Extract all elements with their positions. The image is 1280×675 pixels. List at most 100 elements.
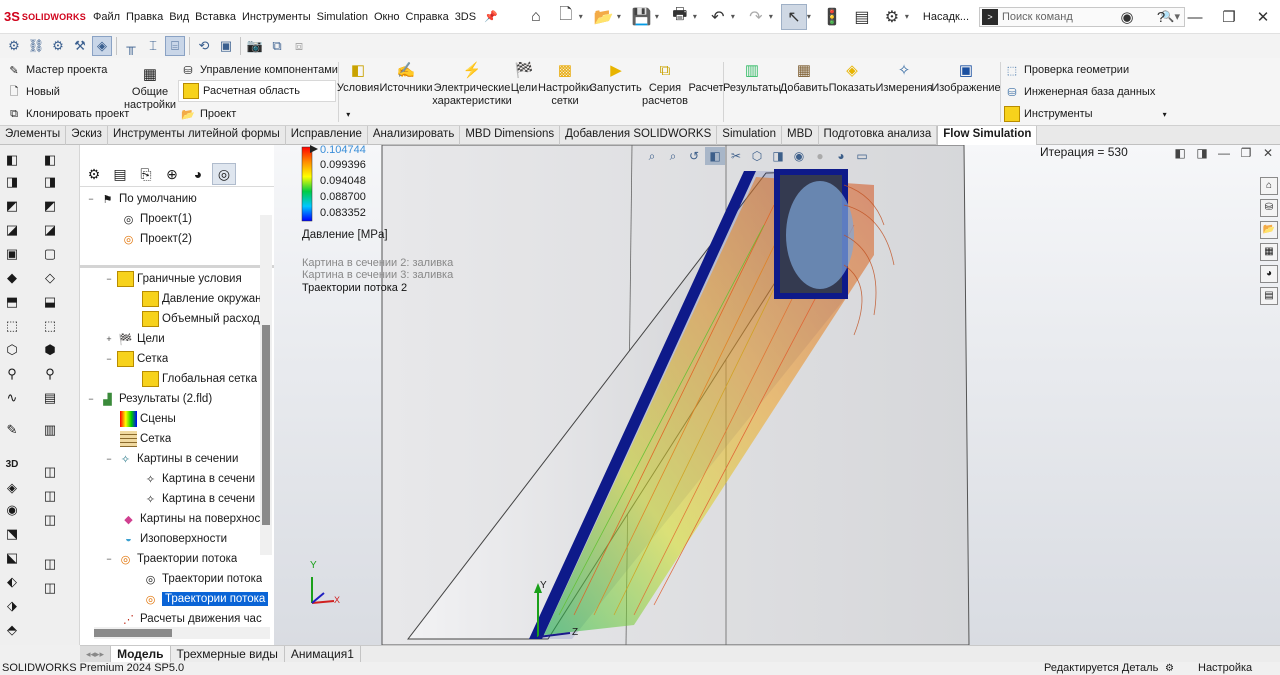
tool-icon[interactable]: ▥ [40,421,60,439]
tree-item[interactable]: ◎ Проект(2) [120,229,192,249]
ribbon-btn-goals[interactable]: 🏁 Цели [510,60,538,95]
hide-show-icon[interactable]: ◉ [789,147,809,165]
tool-icon[interactable]: ⚲ [40,365,60,383]
menu-window[interactable]: Окно [371,11,403,23]
select-cursor-icon[interactable]: ↖ [780,3,807,30]
tab-model[interactable]: Модель [111,645,171,663]
undo-icon[interactable]: ↶ [705,4,731,30]
feature-tree-icon[interactable]: ⚙ [82,163,106,185]
menu-simulation[interactable]: Simulation [314,11,371,23]
display-style-icon[interactable]: ◨ [768,147,788,165]
tool-icon[interactable]: ⬒ [2,293,22,311]
tool-icon[interactable]: ⬓ [40,293,60,311]
graphics-area[interactable]: 0.104744 0.099396 0.094048 0.088700 0.08… [274,145,1280,645]
appearances-icon[interactable]: ◕ [1260,265,1278,283]
tool-icon[interactable]: ⬖ [2,573,22,591]
tool-icon[interactable]: ◧ [2,151,22,169]
chevron-down-icon[interactable]: ▾ [807,12,811,21]
tool-icon[interactable]: ▣ [2,245,22,263]
menu-file[interactable]: Файл [90,11,123,23]
tree-item[interactable]: − Сетка [104,349,168,369]
chevron-down-icon[interactable]: ▾ [655,12,659,21]
tool-icon[interactable]: ⬢ [40,341,60,359]
tree-scrollbar[interactable] [260,215,272,555]
engineering-database-button[interactable]: ⛁ Инженерная база данных [1004,84,1155,100]
dynamic-annotation-icon[interactable]: ✂ [726,147,746,165]
save-icon[interactable]: 💾 [629,4,655,30]
traffic-light-icon[interactable]: 🚦 [819,4,845,30]
zoom-area-icon[interactable]: ⌕ [663,147,683,165]
tree-item[interactable]: − ✧ Картины в сечении [104,449,238,469]
view-orientation-icon[interactable]: ⬡ [747,147,767,165]
chevron-down-icon[interactable]: ▾ [769,12,773,21]
ribbon-btn-measure[interactable]: ✧ Измерения [875,60,932,95]
chevron-down-icon[interactable]: ▾ [731,12,735,21]
view-palette-icon[interactable]: ▦ [1260,243,1278,261]
tool-icon[interactable]: ⧉ [267,36,287,56]
gear-icon[interactable]: ⚙ [879,4,905,30]
tab-animation[interactable]: Анимация1 [285,645,361,663]
tab-simulation[interactable]: Simulation [717,126,782,145]
tree-item[interactable]: − ⚑ По умолчанию [86,189,196,209]
tool-icon[interactable]: ⛓ [26,36,46,56]
tool-icon[interactable]: ╥ [121,36,141,56]
tool-icon[interactable]: ⚒ [70,36,90,56]
tool-icon[interactable]: ◫ [40,463,60,481]
ribbon-btn-image[interactable]: ▣ Изображение [931,60,1000,95]
tool-icon[interactable]: ◩ [2,197,22,215]
tree-item[interactable]: ◆ Картины на поверхнос [120,509,260,529]
tool-icon[interactable]: ⚲ [2,365,22,383]
tool-icon[interactable]: ◪ [40,221,60,239]
ribbon-btn-add[interactable]: ▦ Добавить [780,60,829,95]
help-icon[interactable]: ? [1144,9,1178,26]
property-manager-icon[interactable]: ▤ [108,163,132,185]
restore-icon[interactable]: ❐ [1212,8,1246,26]
tools-dropdown[interactable]: Инструменты ▾ [1004,106,1167,122]
camera-icon[interactable]: 📷 [245,36,265,56]
ribbon-btn-electrical[interactable]: ⚡ Электрические характеристики [432,60,512,108]
tab-repair[interactable]: Исправление [286,126,368,145]
tab-flow-simulation[interactable]: Flow Simulation [937,126,1038,145]
minimize-icon[interactable]: — [1216,145,1232,161]
tab-3d-views[interactable]: Трехмерные виды [171,645,285,663]
section-view-icon[interactable]: ◧ [705,147,725,165]
tree-item[interactable]: Глобальная сетка [142,369,257,389]
menu-3ds[interactable]: 3DS [452,11,479,23]
tree-item[interactable]: ✧ Картина в сечени [142,489,255,509]
tab-analyze[interactable]: Анализировать [368,126,461,145]
tool-icon[interactable]: ◫ [40,487,60,505]
tool-icon[interactable]: ◧ [40,151,60,169]
tree-horizontal-scrollbar[interactable] [94,627,270,639]
custom-properties-icon[interactable]: ▤ [1260,287,1278,305]
tab-mbd[interactable]: MBD [782,126,819,145]
chevron-down-icon[interactable]: ▾ [693,12,697,21]
tool-icon[interactable]: ⌶ [143,36,163,56]
display-manager-icon[interactable]: ◕ [186,163,210,185]
menu-insert[interactable]: Вставка [192,11,239,23]
tab-sketch[interactable]: Эскиз [66,126,108,145]
clone-project-button[interactable]: ⧉ Клонировать проект [6,106,129,122]
tool-icon[interactable]: ⟲ [194,36,214,56]
print-icon[interactable]: 🖶 [667,4,693,30]
open-folder-icon[interactable]: 📂 [591,4,617,30]
chevron-down-icon[interactable]: ▾ [617,12,621,21]
computational-domain-button[interactable]: Расчетная область [178,80,336,102]
flow-analysis-tree-icon[interactable]: ◎ [212,163,236,185]
tree-item[interactable]: + 🏁 Цели [104,329,164,349]
expand-icon[interactable]: − [104,554,114,564]
collapse-right-icon[interactable]: ◨ [1194,145,1210,161]
3d-icon[interactable]: 3D [2,455,22,473]
tool-icon[interactable]: ⬚ [40,317,60,335]
status-settings[interactable]: Настройка [1198,662,1252,675]
tool-icon[interactable]: ◫ [40,555,60,573]
collapse-left-icon[interactable]: ◧ [1172,145,1188,161]
file-explorer-icon[interactable]: 📂 [1260,221,1278,239]
tool-icon[interactable]: ◩ [40,197,60,215]
chevron-down-icon[interactable]: ▾ [579,12,583,21]
menu-tools[interactable]: Инструменты [239,11,314,23]
previous-view-icon[interactable]: ↺ [684,147,704,165]
view-settings-icon[interactable]: ▭ [852,147,872,165]
tool-icon[interactable]: ⚙ [48,36,68,56]
tool-icon[interactable]: ▢ [40,245,60,263]
tree-item[interactable]: − ▟ Результаты (2.fld) [86,389,212,409]
